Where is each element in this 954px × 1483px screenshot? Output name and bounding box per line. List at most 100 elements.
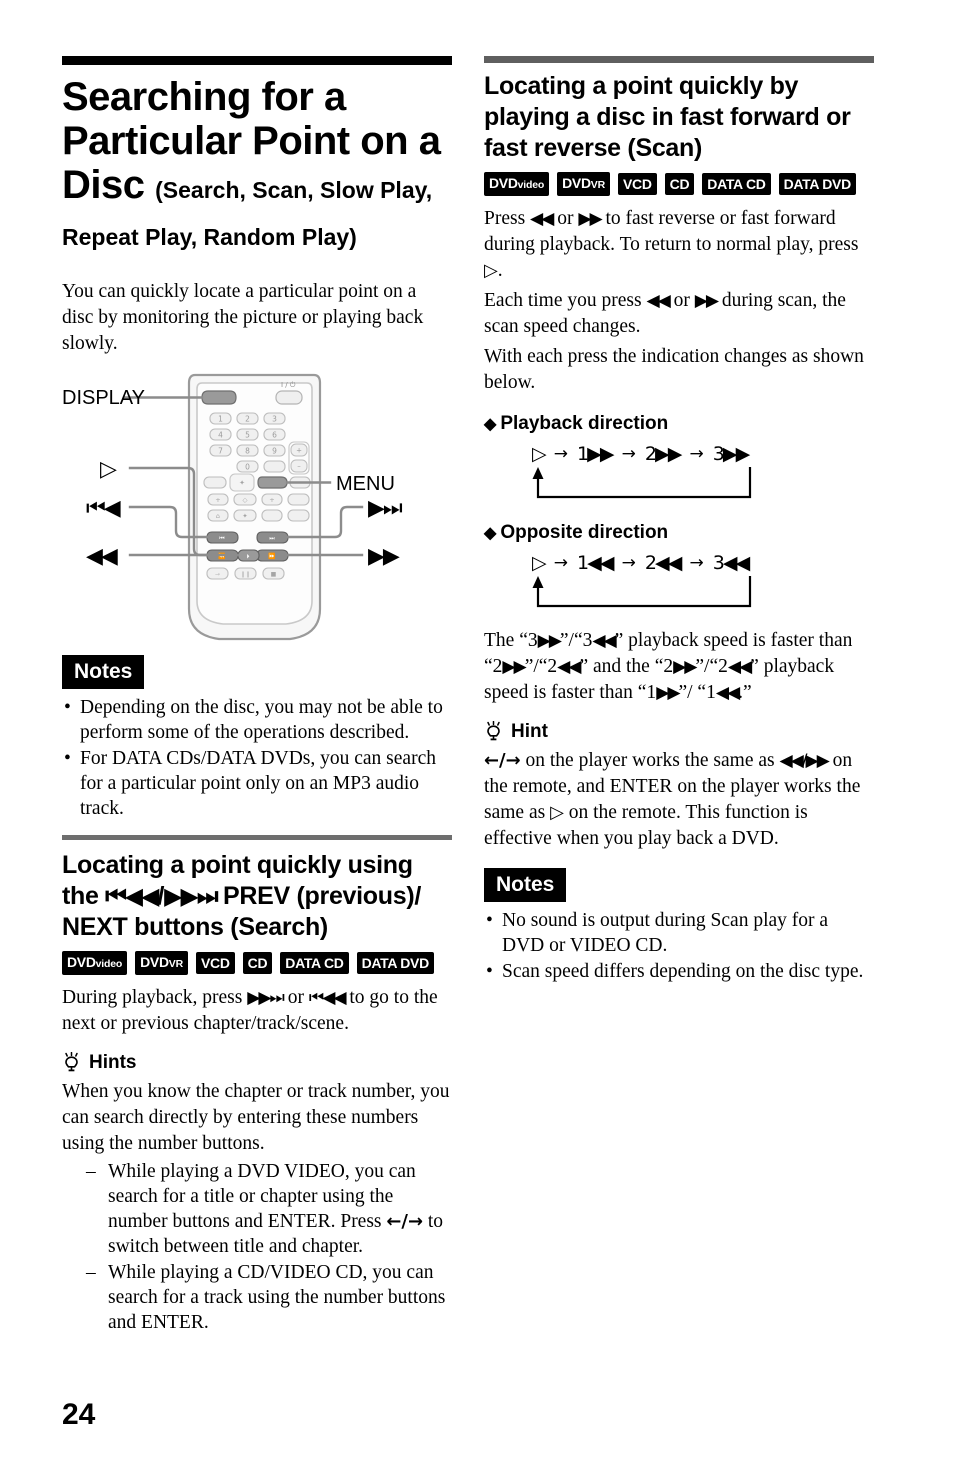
svg-text:9: 9 [272, 447, 277, 456]
search-body-mid: or [282, 987, 309, 1008]
speed-text: ”/“2 [524, 656, 558, 677]
scan-p1-d: . [497, 260, 503, 281]
svg-text:⇾: ⇾ [215, 571, 220, 578]
heading-next-icon: ▶▶⏭ [164, 882, 218, 910]
svg-text:1: 1 [218, 415, 223, 424]
heading-prev-icon: ⏮◀◀ [105, 882, 159, 910]
hint-item: While playing a CD/VIDEO CD, you can sea… [86, 1260, 452, 1335]
svg-text:✦: ✦ [242, 512, 248, 520]
notes-list: Depending on the disc, you may not be ab… [62, 695, 452, 821]
center-pad-icon: ✦ [239, 479, 245, 487]
page-title: Searching for a Particular Point on a Di… [62, 75, 452, 257]
opposite-direction-label: Opposite direction [500, 522, 669, 543]
label-rewind: ◀◀ [86, 544, 118, 569]
hint-heading-right: Hint [484, 720, 874, 744]
note-item: For DATA CDs/DATA DVDs, you can search f… [62, 746, 452, 821]
hint-item-pre: While playing a DVD VIDEO, you can searc… [108, 1161, 416, 1232]
diamond-icon: ◆ [484, 416, 497, 433]
fast-forward-icon: ▶▶ [502, 657, 526, 677]
badge-data-dvd: DATA DVD [778, 173, 856, 195]
fast-forward-button-icon: ⏩ [268, 552, 276, 560]
fast-forward-icon: ▶▶ [656, 683, 680, 703]
notes-tag: Notes [62, 655, 145, 689]
title-rule [62, 56, 452, 65]
note-item: Depending on the disc, you may not be ab… [62, 695, 452, 745]
badge-dvd-vr: DVDVR [135, 951, 188, 975]
hint-tag: Hint [511, 721, 548, 742]
play-button-icon: ⏵ [246, 553, 249, 560]
minus-label: – [297, 463, 301, 471]
flow-step: ▷ [532, 552, 547, 574]
opposite-direction-diagram: ▷ → 1◀◀ → 2◀◀ → 3◀◀ [484, 552, 874, 614]
lightbulb-icon [487, 721, 500, 741]
badge-vcd: VCD [195, 952, 235, 974]
prev-button-icon: ⏮ [219, 535, 225, 542]
hints-list: While playing a DVD VIDEO, you can searc… [62, 1159, 452, 1335]
rewind-icon: ◀◀ [646, 291, 670, 311]
intro-paragraph: You can quickly locate a particular poin… [62, 281, 424, 354]
label-play: ▷ [100, 457, 117, 482]
notes-block-left: Notes Depending on the disc, you may not… [62, 655, 452, 821]
search-prev-icon: ⏮◀◀ [308, 988, 347, 1008]
notes-list: No sound is output during Scan play for … [484, 908, 874, 984]
flow-arrow: → [553, 444, 568, 464]
playback-direction-steps: ▷ → 1▶▶ → 2▶▶ → 3▶▶ [484, 443, 874, 465]
hints-tag: Hints [89, 1052, 137, 1073]
badge-data-cd: DATA CD [280, 952, 349, 974]
badge-cd: CD [242, 952, 273, 974]
hint-text-b: on the player works the same as [520, 750, 780, 771]
scan-p2-b: or [668, 290, 695, 311]
scan-paragraph-2: Each time you press ◀◀ or ▶▶ during scan… [484, 288, 874, 340]
page-number: 24 [62, 1398, 96, 1431]
opposite-loop-arrow [532, 576, 752, 608]
page-title-line2: Particular Point on a [62, 119, 441, 163]
fast-forward-icon: ▶▶ [673, 657, 697, 677]
search-body-pre: During playback, press [62, 987, 248, 1008]
left-column: Searching for a Particular Point on a Di… [62, 56, 452, 1336]
plus-label: + [296, 447, 302, 455]
fast-forward-icon: ▶▶ [537, 631, 562, 651]
disc-badges-right: DVDvideo DVDVR VCD CD DATA CD DATA DVD [484, 172, 874, 196]
svg-text:6: 6 [272, 431, 277, 440]
rewind-icon: ◀◀ [727, 657, 752, 677]
power-label: I / ⏻ [281, 381, 296, 389]
flow-step: 1▶▶ [576, 443, 615, 465]
playback-direction-diagram: ▷ → 1▶▶ → 2▶▶ → 3▶▶ [484, 443, 874, 505]
speed-comparison-paragraph: The “3▶▶”/“3◀◀” playback speed is faster… [484, 628, 874, 706]
flow-arrow: → [621, 444, 636, 464]
fast-forward-icon: ▶▶ [694, 291, 719, 311]
opposite-direction-steps: ▷ → 1◀◀ → 2◀◀ → 3◀◀ [484, 552, 874, 574]
flow-arrow: → [553, 553, 568, 573]
badge-dvd-video: DVDvideo [62, 951, 128, 975]
svg-text:7: 7 [218, 447, 223, 456]
playback-loop-arrow [532, 467, 752, 499]
label-fast-forward: ▶▶ [368, 544, 400, 569]
section-heading-search: Locating a point quickly using the ⏮◀◀/▶… [62, 850, 452, 943]
next-button-icon: ⏭ [269, 535, 275, 542]
svg-text:8: 8 [245, 447, 250, 456]
display-button [201, 390, 237, 405]
svg-text:0: 0 [245, 463, 250, 472]
svg-text:❙❙: ❙❙ [240, 571, 250, 578]
hint-paragraph: ←/→ on the player works the same as ◀◀/▶… [484, 748, 874, 852]
svg-text:5: 5 [245, 431, 250, 440]
page-title-line1: Searching for a [62, 75, 346, 119]
arrow-keys-icon: ←/→ [484, 750, 521, 771]
speed-text: ”/ “1 [678, 682, 716, 703]
play-icon: ▷ [550, 802, 564, 823]
disc-badges-left: DVDvideo DVDVR VCD CD DATA CD DATA DVD [62, 951, 452, 975]
search-body-paragraph: During playback, press ▶▶⏭ or ⏮◀◀ to go … [62, 985, 452, 1037]
playback-direction-label: Playback direction [500, 413, 669, 434]
rewind-icon: ◀◀ [592, 631, 616, 651]
scan-paragraph-3: With each press the indication changes a… [484, 346, 864, 393]
svg-text:+: + [269, 496, 274, 504]
speed-text: ”/“2 [695, 656, 728, 677]
opposite-direction-heading: ◆ Opposite direction [484, 521, 874, 546]
notes-tag: Notes [484, 868, 567, 902]
manual-page: Searching for a Particular Point on a Di… [0, 0, 954, 1483]
page-title-word3: Disc [62, 163, 145, 207]
svg-text:2: 2 [245, 415, 250, 424]
page-title-sub1: (Search, Scan, Slow Play, [155, 177, 433, 203]
scan-icons: ◀◀/▶▶ [779, 751, 829, 771]
speed-text: ” and the “2 [579, 656, 674, 677]
